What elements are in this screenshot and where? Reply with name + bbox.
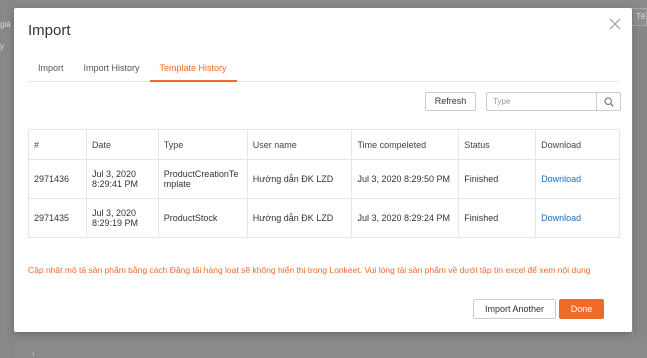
cell-date-line: Jul 3, 2020: [91, 169, 136, 179]
cell-date-line: 8:29:19 PM: [91, 218, 138, 228]
tab-import-history[interactable]: Import History: [74, 54, 150, 82]
cell-time-completed: Jul 3, 2020 8:29:50 PM: [351, 159, 460, 199]
refresh-button[interactable]: Refresh: [425, 92, 476, 111]
notice-text: Cập nhật mô tả sản phẩm bằng cách Đăng t…: [28, 265, 591, 275]
search-box: [486, 92, 621, 111]
download-link[interactable]: Download: [541, 174, 581, 184]
search-icon: [603, 96, 614, 107]
cell-type-line: ProductCreationTe: [163, 169, 239, 179]
tab-bar: Import Import History Template History: [28, 54, 618, 82]
cell-id: 2971436: [28, 159, 87, 199]
cell-download: Download: [535, 159, 620, 199]
cell-date-line: 8:29:41 PM: [91, 179, 138, 189]
import-another-button[interactable]: Import Another: [473, 299, 556, 319]
column-header-id: #: [28, 129, 87, 160]
done-button[interactable]: Done: [559, 299, 604, 319]
download-link[interactable]: Download: [541, 213, 581, 223]
background-bottom-mark: ›: [32, 349, 35, 358]
close-icon: [609, 18, 621, 30]
cell-date-line: Jul 3, 2020: [91, 208, 136, 218]
background-left-text: y: [0, 42, 4, 51]
cell-user: Hướng dẫn ĐK LZD: [246, 198, 353, 238]
background-right-tab: Tê: [631, 8, 647, 26]
search-input[interactable]: [487, 93, 596, 110]
template-history-table: # Date Type User name Time compeleted St…: [28, 129, 620, 238]
modal-title: Import: [28, 22, 71, 39]
cell-date: Jul 3, 2020 8:29:19 PM: [85, 198, 159, 238]
cell-user: Hướng dẫn ĐK LZD: [246, 159, 353, 199]
background-right-strip: [632, 8, 647, 338]
close-button[interactable]: [608, 17, 622, 31]
column-header-status: Status: [458, 129, 537, 160]
cell-date: Jul 3, 2020 8:29:41 PM: [85, 159, 159, 199]
cell-status: Finished: [458, 159, 537, 199]
tab-import[interactable]: Import: [28, 54, 74, 82]
column-header-date: Date: [85, 129, 159, 160]
cell-type: ProductCreationTe mplate: [157, 159, 248, 199]
column-header-time-completed: Time compeleted: [351, 129, 460, 160]
background-left-text: giá: [0, 20, 11, 29]
column-header-type: Type: [157, 129, 248, 160]
import-modal: Import Import Import History Template Hi…: [14, 8, 632, 332]
cell-type-line: mplate: [163, 179, 191, 189]
cell-id: 2971435: [28, 198, 87, 238]
column-header-user: User name: [246, 129, 353, 160]
cell-type-line: ProductStock: [163, 213, 218, 223]
tab-template-history[interactable]: Template History: [149, 54, 237, 82]
table-row: 2971435 Jul 3, 2020 8:29:19 PM ProductSt…: [28, 198, 620, 238]
table-row: 2971436 Jul 3, 2020 8:29:41 PM ProductCr…: [28, 159, 620, 199]
table-header-row: # Date Type User name Time compeleted St…: [28, 129, 620, 160]
cell-download: Download: [535, 198, 620, 238]
background-left-panel: [0, 0, 14, 358]
cell-status: Finished: [458, 198, 537, 238]
column-header-download: Download: [535, 129, 620, 160]
cell-type: ProductStock: [157, 198, 248, 238]
search-button[interactable]: [596, 93, 620, 110]
cell-time-completed: Jul 3, 2020 8:29:24 PM: [351, 198, 460, 238]
